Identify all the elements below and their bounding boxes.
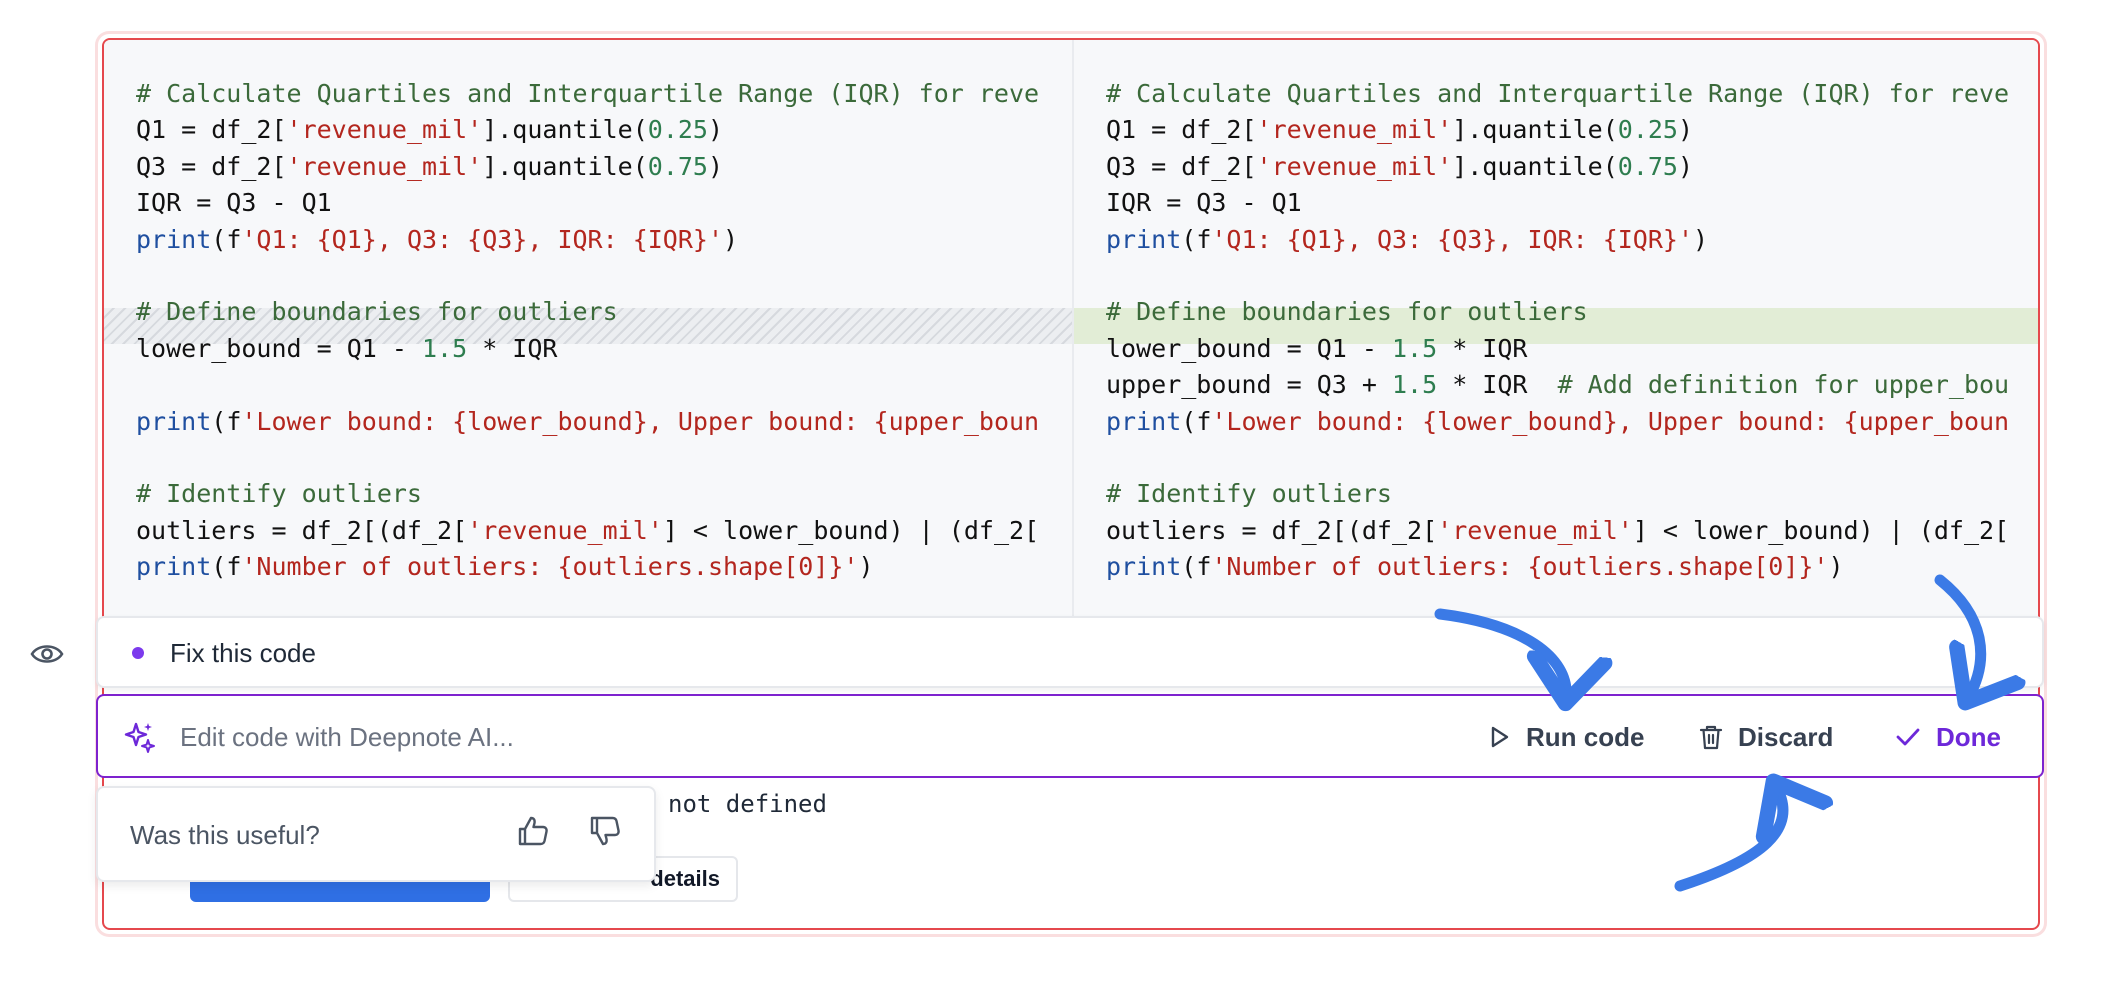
discard-button[interactable]: Discard xyxy=(1698,716,1833,758)
sparkle-icon xyxy=(122,720,156,759)
feedback-question: Was this useful? xyxy=(130,820,320,850)
prompt-chip: Fix this code xyxy=(96,616,2044,688)
ai-edit-bar: Run code Discard Done xyxy=(96,694,2044,778)
code-original-line: IQR = Q3 - Q1 xyxy=(136,188,332,218)
code-original-line: lower_bound = Q1 - 1.5 * IQR xyxy=(136,333,558,363)
code-original-line: print(f'Lower bound: {lower_bound}, Uppe… xyxy=(136,406,1040,436)
thumbs-up-icon[interactable] xyxy=(516,814,550,853)
code-suggested-line: # Define boundaries for outliers xyxy=(1106,297,1588,327)
ai-edit-input[interactable] xyxy=(178,712,1382,762)
feedback-popover: Was this useful? xyxy=(96,786,656,882)
code-suggested-line: outliers = df_2[(df_2['revenue_mil'] < l… xyxy=(1106,515,2010,545)
code-original-line: # Calculate Quartiles and Interquartile … xyxy=(136,79,1040,108)
code-original-line xyxy=(136,258,1039,294)
error-message: not defined xyxy=(668,790,827,818)
play-icon xyxy=(1491,726,1509,748)
code-suggested-line: print(f'Lower bound: {lower_bound}, Uppe… xyxy=(1106,406,2010,436)
code-original-line: # Identify outliers xyxy=(136,479,422,509)
code-suggested-line: print(f'Number of outliers: {outliers.sh… xyxy=(1106,552,1844,582)
code-original-line: print(f'Number of outliers: {outliers.sh… xyxy=(136,552,874,582)
code-original-line: print(f'Q1: {Q1}, Q3: {Q3}, IQR: {IQR}') xyxy=(136,224,739,254)
code-original: # Calculate Quartiles and Interquartile … xyxy=(136,76,1039,585)
code-suggested-line: print(f'Q1: {Q1}, Q3: {Q3}, IQR: {IQR}') xyxy=(1106,224,1709,254)
prompt-text: Fix this code xyxy=(170,638,316,668)
code-original-line: outliers = df_2[(df_2['revenue_mil'] < l… xyxy=(136,515,1040,545)
eye-icon[interactable] xyxy=(30,642,64,671)
run-code-button[interactable]: Run code xyxy=(1486,716,1644,758)
code-suggested-line: Q3 = df_2['revenue_mil'].quantile(0.75) xyxy=(1106,151,1694,181)
code-original-line: Q3 = df_2['revenue_mil'].quantile(0.75) xyxy=(136,151,724,181)
code-original-line: Q1 = df_2['revenue_mil'].quantile(0.25) xyxy=(136,115,724,145)
code-original-line xyxy=(136,440,1039,476)
code-suggested: # Calculate Quartiles and Interquartile … xyxy=(1106,76,2009,585)
code-suggested-line: IQR = Q3 - Q1 xyxy=(1106,188,1302,218)
code-suggested-line: upper_bound = Q3 + 1.5 * IQR # Add defin… xyxy=(1106,370,2010,400)
diff-pane-original: # Calculate Quartiles and Interquartile … xyxy=(104,40,1072,618)
code-suggested-line xyxy=(1106,440,2009,476)
code-suggested-line xyxy=(1106,258,2009,294)
run-code-label: Run code xyxy=(1526,721,1645,752)
diff-pane-suggested: # Calculate Quartiles and Interquartile … xyxy=(1074,40,2038,618)
trash-icon xyxy=(1699,725,1723,750)
code-original-line: # Define boundaries for outliers xyxy=(136,297,618,327)
thumbs-down-icon[interactable] xyxy=(588,814,622,853)
check-icon xyxy=(1896,728,1920,746)
discard-label: Discard xyxy=(1738,721,1834,752)
code-suggested-line: lower_bound = Q1 - 1.5 * IQR xyxy=(1106,333,1528,363)
done-button[interactable]: Done xyxy=(1894,716,2001,758)
code-suggested-line: # Calculate Quartiles and Interquartile … xyxy=(1106,79,2010,108)
code-original-line xyxy=(136,367,1039,403)
done-label: Done xyxy=(1936,721,2001,752)
code-suggested-line: Q1 = df_2['revenue_mil'].quantile(0.25) xyxy=(1106,115,1694,145)
prompt-dot xyxy=(132,647,144,659)
code-suggested-line: # Identify outliers xyxy=(1106,479,1392,509)
